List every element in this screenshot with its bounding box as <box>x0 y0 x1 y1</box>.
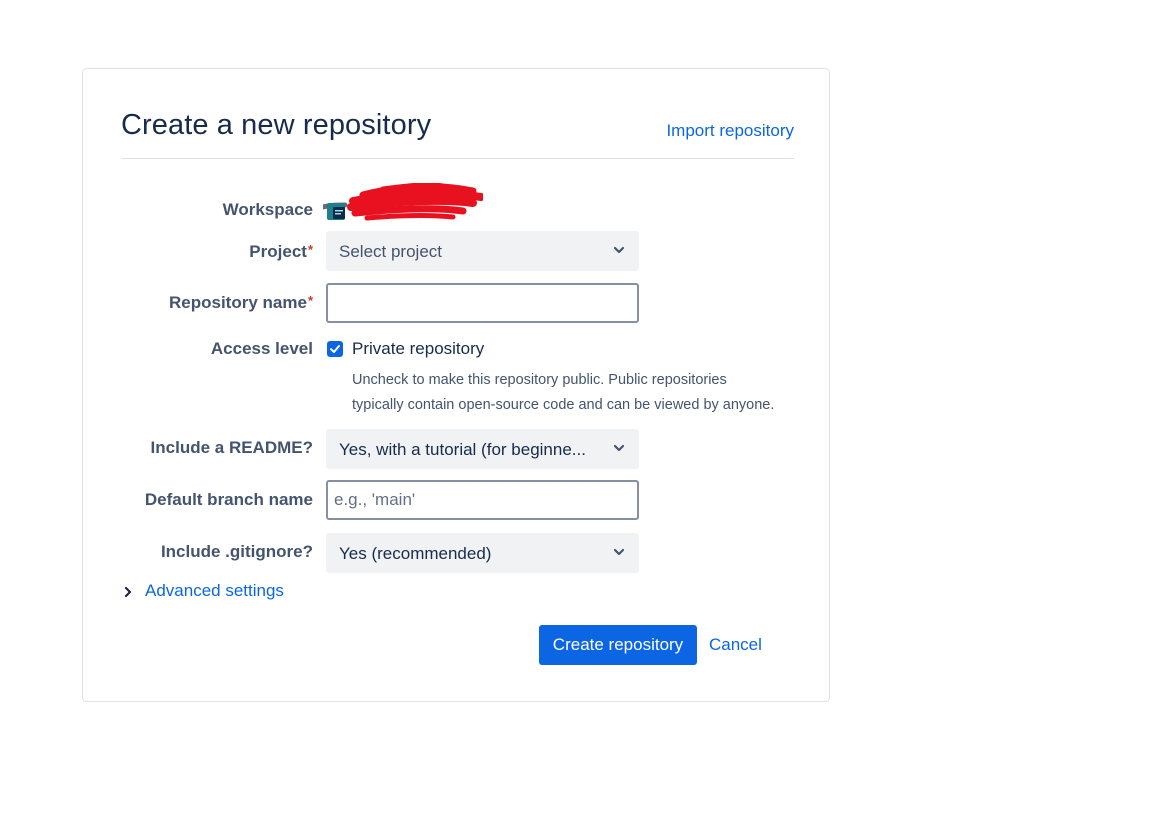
advanced-settings-toggle[interactable]: Advanced settings <box>123 581 284 601</box>
readme-label-text: Include a README? <box>150 438 313 457</box>
workspace-label: Workspace <box>223 200 313 220</box>
repository-name-label-text: Repository name <box>169 293 307 312</box>
helper-line-1: Uncheck to make this repository public. … <box>352 372 727 388</box>
project-label-text: Project <box>249 242 307 261</box>
workspace-label-text: Workspace <box>222 200 313 219</box>
workspace-avatar-icon <box>327 203 345 220</box>
access-level-label: Access level <box>211 339 313 359</box>
page-title: Create a new repository <box>121 109 432 141</box>
repository-name-label: Repository name* <box>169 293 313 313</box>
chevron-right-icon <box>124 586 132 597</box>
import-repository-link[interactable]: Import repository <box>666 121 794 141</box>
workspace-redacted-name <box>320 182 485 221</box>
default-branch-label-text: Default branch name <box>144 490 313 509</box>
create-repository-card: Create a new repository Import repositor… <box>82 68 830 702</box>
gitignore-label-text: Include .gitignore? <box>160 542 313 561</box>
project-select[interactable]: Select project <box>326 231 639 271</box>
gitignore-label: Include .gitignore? <box>161 542 313 562</box>
gitignore-select[interactable]: Yes (recommended) <box>326 533 639 573</box>
private-repository-label[interactable]: Private repository <box>352 339 484 359</box>
advanced-settings-label: Advanced settings <box>145 581 284 600</box>
access-level-helper-text: Uncheck to make this repository public. … <box>352 368 812 418</box>
repository-name-field[interactable] <box>326 283 639 323</box>
workspace-value <box>320 182 485 223</box>
chevron-down-icon <box>613 444 625 452</box>
default-branch-field[interactable] <box>326 480 639 520</box>
access-level-label-text: Access level <box>210 339 313 358</box>
project-select-value: Select project <box>339 242 442 261</box>
create-repository-button[interactable]: Create repository <box>539 625 697 665</box>
cancel-button[interactable]: Cancel <box>709 635 762 655</box>
check-icon <box>330 345 340 353</box>
default-branch-label: Default branch name <box>145 490 313 510</box>
form-header: Create a new repository Import repositor… <box>121 107 794 159</box>
default-branch-input[interactable] <box>328 482 637 518</box>
required-mark: * <box>307 242 313 257</box>
readme-label: Include a README? <box>151 438 313 458</box>
chevron-down-icon <box>613 548 625 556</box>
gitignore-select-value: Yes (recommended) <box>339 544 492 563</box>
private-repository-checkbox[interactable] <box>327 341 343 357</box>
required-mark: * <box>307 293 313 308</box>
readme-select-value: Yes, with a tutorial (for beginne... <box>339 440 586 459</box>
readme-select[interactable]: Yes, with a tutorial (for beginne... <box>326 429 639 469</box>
repository-name-input[interactable] <box>328 285 637 321</box>
chevron-down-icon <box>613 246 625 254</box>
project-label: Project* <box>249 242 313 262</box>
helper-line-2: typically contain open-source code and c… <box>352 397 775 413</box>
